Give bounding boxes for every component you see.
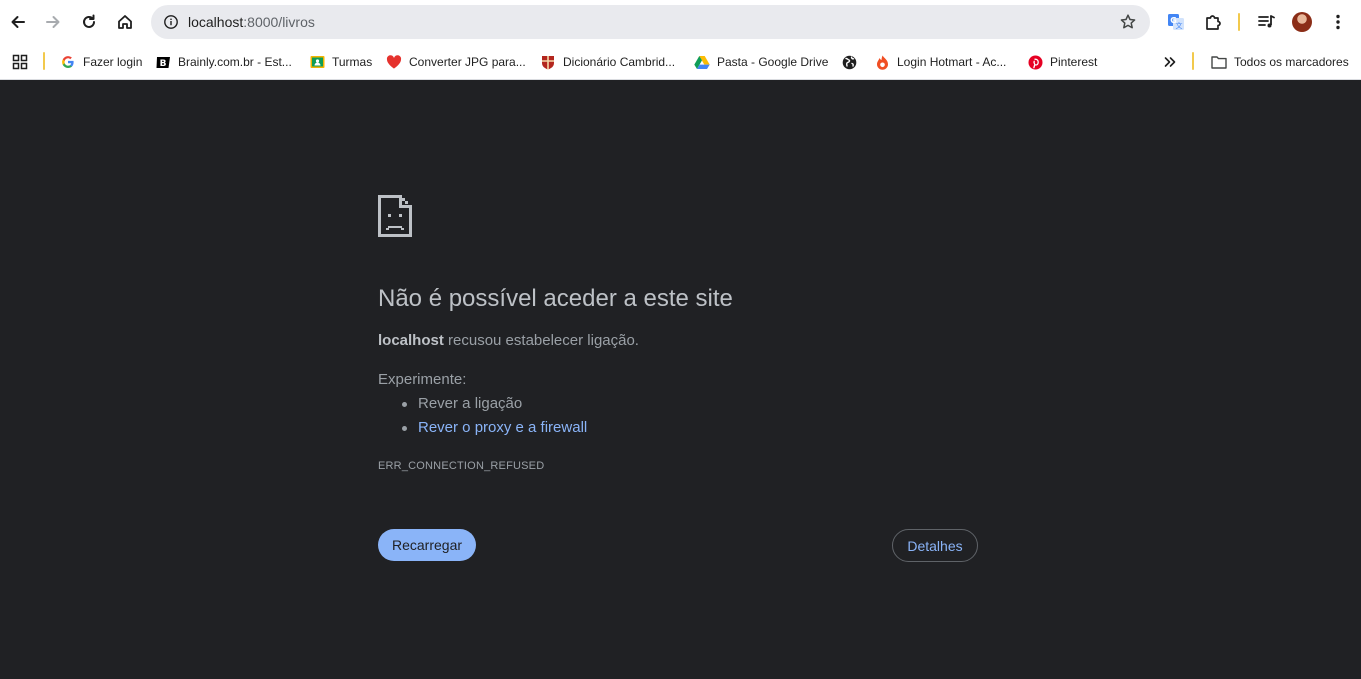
apps-button[interactable] <box>12 50 28 74</box>
back-button[interactable] <box>2 6 34 38</box>
globe-icon <box>841 54 857 70</box>
error-description-text: recusou estabelecer ligação. <box>443 332 639 349</box>
error-code: ERR_CONNECTION_REFUSED <box>378 460 545 472</box>
bookmark-label: Dicionário Cambrid... <box>563 55 676 69</box>
heart-icon <box>386 54 402 70</box>
bookmark-label: Pasta - Google Drive <box>717 55 829 69</box>
kebab-menu-icon <box>1336 14 1340 30</box>
svg-text:文: 文 <box>1176 21 1183 30</box>
apps-grid-icon <box>12 54 28 70</box>
bookmark-star-button[interactable] <box>1116 10 1140 34</box>
google-g-icon <box>60 54 76 70</box>
bookmarks-separator <box>1192 52 1194 70</box>
error-host: localhost <box>378 332 444 349</box>
bookmarks-overflow-button[interactable] <box>1163 50 1177 74</box>
browser-menu-button[interactable] <box>1322 6 1354 38</box>
arrow-right-icon <box>46 16 60 28</box>
bookmarks-bar: Fazer login B Brainly.com.br - Est... Tu… <box>0 44 1361 80</box>
bookmark-turmas[interactable]: Turmas <box>309 50 372 74</box>
cambridge-shield-icon <box>540 54 556 70</box>
google-translate-icon: G文 <box>1168 14 1184 30</box>
suggestion-check-connection: Rever a ligação <box>418 395 523 412</box>
bookmark-label: Login Hotmart - Ac... <box>897 55 1007 69</box>
bookmark-pinterest[interactable]: Pinterest <box>1027 50 1097 74</box>
reload-icon <box>83 14 95 28</box>
bookmark-label: Brainly.com.br - Est... <box>178 55 292 69</box>
bookmark-fazer-login[interactable]: Fazer login <box>60 50 142 74</box>
home-icon <box>118 15 132 29</box>
bookmark-dicionario-cambridge[interactable]: Dicionário Cambrid... <box>540 50 675 74</box>
list-item: Rever o proxy e a firewall <box>401 419 587 443</box>
url-host: localhost <box>188 14 244 30</box>
puzzle-extensions-icon <box>1206 15 1221 30</box>
browser-toolbar: localhost:8000/livros G文 <box>0 0 1361 44</box>
arrow-left-icon <box>11 16 25 28</box>
sad-document-icon <box>378 195 412 237</box>
bookmark-brainly[interactable]: B Brainly.com.br - Est... <box>155 50 292 74</box>
hotmart-flame-icon <box>874 54 890 70</box>
bookmark-label: Pinterest <box>1050 55 1098 69</box>
extensions-button[interactable] <box>1197 6 1229 38</box>
suggestion-check-proxy-link[interactable]: Rever o proxy e a firewall <box>418 419 587 436</box>
media-controls-button[interactable] <box>1250 6 1282 38</box>
suggestions-list: Rever a ligação Rever o proxy e a firewa… <box>401 395 587 443</box>
reload-button[interactable] <box>73 6 105 38</box>
bookmark-label: Fazer login <box>83 55 143 69</box>
star-icon <box>1120 14 1136 29</box>
media-controls-icon <box>1258 15 1275 28</box>
all-bookmarks-label: Todos os marcadores <box>1234 55 1349 69</box>
all-bookmarks-button[interactable]: Todos os marcadores <box>1211 50 1349 74</box>
error-title: Não é possível aceder a este site <box>378 285 733 312</box>
details-button[interactable]: Detalhes <box>892 529 978 562</box>
url-path: :8000/livros <box>243 14 315 30</box>
error-description: localhost recusou estabelecer ligação. <box>378 332 639 349</box>
chevron-double-right-icon <box>1164 57 1176 67</box>
url-text[interactable]: localhost:8000/livros <box>188 14 315 30</box>
google-drive-icon <box>694 54 710 70</box>
bookmark-label: Turmas <box>332 55 373 69</box>
classroom-icon <box>309 54 325 70</box>
bookmark-converter-jpg[interactable]: Converter JPG para... <box>386 50 526 74</box>
brainly-icon: B <box>155 54 171 70</box>
translate-extension-button[interactable]: G文 <box>1160 6 1192 38</box>
svg-text:B: B <box>159 59 166 69</box>
bookmark-google-drive[interactable]: Pasta - Google Drive <box>694 50 828 74</box>
bookmarks-separator <box>43 52 45 70</box>
suggestions-heading: Experimente: <box>378 371 467 388</box>
toolbar-separator <box>1238 13 1240 31</box>
bookmark-globe[interactable] <box>841 50 864 74</box>
reload-page-button[interactable]: Recarregar <box>378 529 476 561</box>
folder-icon <box>1211 54 1227 70</box>
error-page: Não é possível aceder a este site localh… <box>0 80 1361 679</box>
forward-button[interactable] <box>37 6 69 38</box>
bookmark-label: Converter JPG para... <box>409 55 526 69</box>
bookmark-hotmart[interactable]: Login Hotmart - Ac... <box>874 50 1006 74</box>
home-button[interactable] <box>109 6 141 38</box>
address-bar[interactable]: localhost:8000/livros <box>151 5 1150 39</box>
info-icon <box>164 15 178 29</box>
list-item: Rever a ligação <box>401 395 587 419</box>
pinterest-icon <box>1027 54 1043 70</box>
avatar[interactable] <box>1292 12 1312 32</box>
site-info-button[interactable] <box>159 10 183 34</box>
